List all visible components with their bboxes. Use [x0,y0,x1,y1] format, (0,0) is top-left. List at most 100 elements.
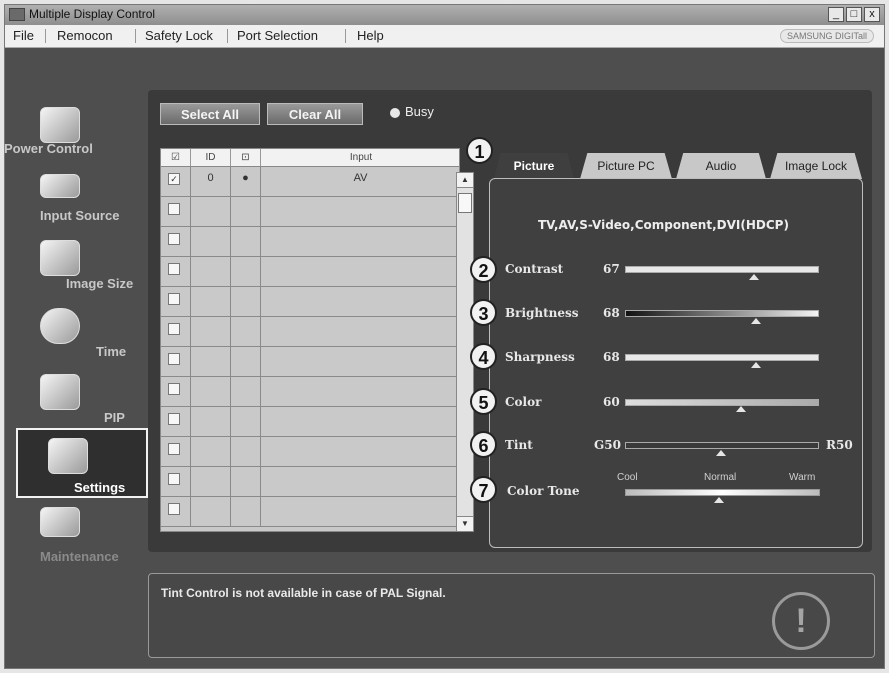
table-row[interactable] [161,197,459,227]
row-id: 0 [191,167,231,196]
brightness-slider-thumb[interactable] [751,318,761,324]
row-input [261,407,459,436]
table-row[interactable] [161,227,459,257]
contrast-slider-thumb[interactable] [749,274,759,280]
sidebar-item-maintenance[interactable]: Maintenance [10,505,142,573]
tint-slider-thumb[interactable] [716,450,726,456]
tab-picture-pc[interactable]: Picture PC [580,153,672,179]
menu-port-selection[interactable]: Port Selection [237,28,318,43]
row-checkbox[interactable] [161,407,191,436]
row-checkbox[interactable] [161,227,191,256]
header-input: Input [349,152,373,163]
menu-safety-lock[interactable]: Safety Lock [145,28,213,43]
header-checkbox[interactable]: ☑ [161,149,191,166]
tone-normal-label: Normal [704,472,737,483]
color-slider-thumb[interactable] [736,406,746,412]
row-status-icon: ● [231,167,261,196]
message-text: Tint Control is not available in case of… [161,586,446,600]
title-bar: Multiple Display Control _ □ x [5,5,884,25]
row-checkbox[interactable] [161,377,191,406]
row-checkbox[interactable] [161,347,191,376]
row-status-icon [231,257,261,286]
table-row[interactable] [161,317,459,347]
row-checkbox-box[interactable] [168,503,180,515]
row-checkbox[interactable]: ✓ [161,167,191,196]
sidebar-item-time[interactable]: Time [10,306,142,374]
sidebar-item-power-control[interactable]: Power Control [4,105,142,173]
row-checkbox-box[interactable] [168,263,180,275]
menu-file[interactable]: File [13,28,34,43]
row-checkbox[interactable] [161,197,191,226]
row-status-icon [231,347,261,376]
tone-cool-label: Cool [617,472,638,483]
contrast-value: 67 [603,262,620,276]
row-checkbox-box[interactable] [168,293,180,305]
menu-remocon[interactable]: Remocon [57,28,113,43]
scroll-thumb[interactable] [458,193,472,213]
row-input [261,497,459,526]
sidebar-item-settings[interactable]: Settings [16,428,148,498]
row-checkbox-box[interactable] [168,413,180,425]
callout-5: 5 [470,388,497,415]
table-row[interactable] [161,257,459,287]
window-title: Multiple Display Control [29,7,156,21]
row-checkbox-box[interactable] [168,353,180,365]
row-checkbox[interactable] [161,497,191,526]
table-row[interactable] [161,407,459,437]
tab-audio[interactable]: Audio [676,153,766,179]
callout-3: 3 [470,299,497,326]
table-row[interactable] [161,467,459,497]
table-row[interactable] [161,287,459,317]
header-status-icon: ⊡ [231,149,261,166]
row-checkbox[interactable] [161,467,191,496]
sidebar-item-image-size[interactable]: Image Size [10,238,142,306]
scroll-up-icon[interactable]: ▲ [457,173,473,188]
close-button[interactable]: x [864,7,880,22]
callout-6: 6 [470,431,497,458]
row-status-icon [231,287,261,316]
row-checkbox-box[interactable] [168,233,180,245]
scroll-down-icon[interactable]: ▼ [457,516,473,531]
row-status-icon [231,227,261,256]
select-all-button[interactable]: Select All [160,103,260,125]
applicable-sources-label: TV,AV,S-Video,Component,DVI(HDCP) [538,218,789,232]
row-id [191,197,231,226]
color-slider[interactable] [625,399,819,406]
maximize-button[interactable]: □ [846,7,862,22]
tint-slider[interactable] [625,442,819,449]
table-row[interactable]: ✓ 0 ● AV [161,167,459,197]
row-checkbox[interactable] [161,287,191,316]
color-tone-slider[interactable] [625,489,820,496]
row-checkbox-box[interactable]: ✓ [168,173,180,185]
row-id [191,287,231,316]
row-checkbox-box[interactable] [168,443,180,455]
row-checkbox[interactable] [161,437,191,466]
sidebar-item-input-source[interactable]: Input Source [10,170,142,238]
row-checkbox[interactable] [161,257,191,286]
row-checkbox-box[interactable] [168,323,180,335]
row-checkbox[interactable] [161,317,191,346]
menu-help[interactable]: Help [357,28,384,43]
brightness-slider[interactable] [625,310,819,317]
tint-red-value: R50 [826,438,853,452]
row-checkbox-box[interactable] [168,473,180,485]
table-row[interactable] [161,437,459,467]
table-row[interactable] [161,347,459,377]
sharpness-slider[interactable] [625,354,819,361]
row-checkbox-box[interactable] [168,203,180,215]
power-icon [40,107,80,143]
sharpness-slider-thumb[interactable] [751,362,761,368]
color-value: 60 [603,395,620,409]
row-id [191,497,231,526]
minimize-button[interactable]: _ [828,7,844,22]
clear-all-button[interactable]: Clear All [267,103,363,125]
row-input [261,257,459,286]
tab-image-lock[interactable]: Image Lock [770,153,862,179]
table-row[interactable] [161,377,459,407]
contrast-slider[interactable] [625,266,819,273]
color-tone-slider-thumb[interactable] [714,497,724,503]
callout-7: 7 [470,476,497,503]
table-row[interactable] [161,497,459,527]
row-checkbox-box[interactable] [168,383,180,395]
tab-picture[interactable]: Picture [494,153,574,179]
